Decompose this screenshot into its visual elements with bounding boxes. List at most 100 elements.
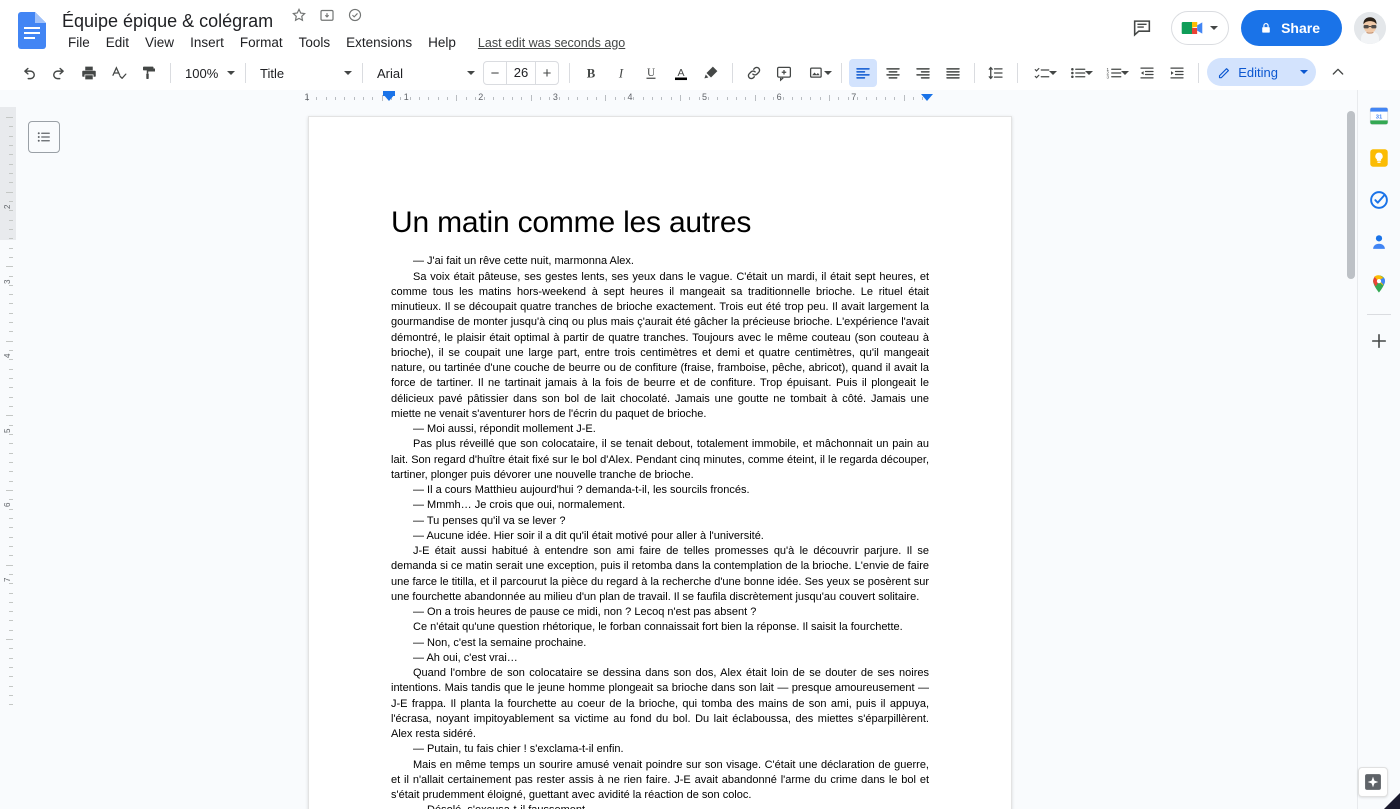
document-paragraph[interactable]: — Moi aussi, répondit mollement J-E. [391, 422, 929, 437]
checklist-icon[interactable] [1025, 59, 1059, 87]
print-icon[interactable] [75, 59, 103, 87]
vertical-ruler-tick [9, 657, 13, 659]
chevron-down-icon[interactable] [824, 71, 832, 75]
menu-item-extensions[interactable]: Extensions [338, 32, 420, 54]
move-to-folder-icon[interactable] [318, 6, 338, 26]
bulleted-list-icon[interactable] [1061, 59, 1095, 87]
chevron-up-icon[interactable] [1324, 58, 1352, 86]
google-calendar-icon[interactable]: 31 [1363, 100, 1395, 132]
insert-image-icon[interactable] [800, 59, 834, 87]
align-justify-icon[interactable] [939, 59, 967, 87]
account-avatar[interactable] [1354, 12, 1386, 44]
menu-item-view[interactable]: View [137, 32, 182, 54]
document-paragraph[interactable]: Pas plus réveillé que son colocataire, i… [391, 437, 929, 483]
bold-button[interactable]: B [577, 59, 605, 87]
vertical-ruler-tick [9, 322, 13, 324]
increase-indent-icon[interactable] [1163, 59, 1191, 87]
menu-item-file[interactable]: File [60, 32, 98, 54]
google-meet-button[interactable] [1171, 11, 1230, 45]
vertical-ruler-tick [9, 443, 13, 445]
google-maps-icon[interactable] [1363, 268, 1395, 300]
document-paragraph[interactable]: — Mmmh… Je crois que oui, normalement. [391, 498, 929, 513]
google-keep-icon[interactable] [1363, 142, 1395, 174]
left-indent-marker[interactable] [383, 94, 395, 101]
menu-item-tools[interactable]: Tools [291, 32, 339, 54]
google-tasks-icon[interactable] [1363, 184, 1395, 216]
document-paragraph[interactable]: — Il a cours Matthieu aujourd'hui ? dema… [391, 483, 929, 498]
italic-button[interactable]: I [607, 59, 635, 87]
align-left-icon[interactable] [849, 59, 877, 87]
zoom-selector[interactable]: 100% [177, 60, 239, 86]
star-icon[interactable] [290, 6, 310, 26]
document-paragraph[interactable]: — Désolé, s'excusa-t-il faussement. [391, 803, 929, 809]
vertical-ruler[interactable]: 2 3 4 5 6 7 [0, 107, 16, 809]
add-plus-icon[interactable] [1363, 325, 1395, 357]
document-heading[interactable]: Un matin comme les autres [391, 205, 929, 240]
document-paragraph[interactable]: Ce n'était qu'une question rhétorique, l… [391, 620, 929, 635]
font-size-decrease-button[interactable]: − [484, 62, 506, 84]
paint-format-icon[interactable] [135, 59, 163, 87]
document-paragraph[interactable]: Sa voix était pâteuse, ses gestes lents,… [391, 270, 929, 423]
chevron-down-icon[interactable] [1121, 71, 1129, 75]
undo-icon[interactable] [15, 59, 43, 87]
decrease-indent-icon[interactable] [1133, 59, 1161, 87]
document-paragraph[interactable]: Quand l'ombre de son colocataire se dess… [391, 666, 929, 742]
cloud-saved-icon[interactable] [346, 6, 366, 26]
vertical-ruler-tick [9, 471, 13, 473]
comment-history-icon[interactable] [1125, 11, 1159, 45]
numbered-list-icon[interactable]: 123 [1097, 59, 1131, 87]
document-paragraph[interactable]: — J'ai fait un rêve cette nuit, marmonna… [391, 254, 929, 269]
document-page[interactable]: Un matin comme les autres — J'ai fait un… [308, 116, 1012, 809]
right-indent-marker[interactable] [921, 94, 933, 101]
vertical-ruler-tick [9, 247, 13, 249]
last-edit-status[interactable]: Last edit was seconds ago [474, 34, 629, 52]
document-title[interactable]: Équipe épique & colégram [58, 8, 277, 34]
highlight-color-icon[interactable] [697, 59, 725, 87]
vertical-ruler-number: 5 [3, 428, 12, 433]
menu-item-help[interactable]: Help [420, 32, 464, 54]
chevron-down-icon[interactable] [1049, 71, 1057, 75]
add-comment-icon[interactable] [770, 59, 798, 87]
zoom-value: 100% [185, 65, 219, 81]
font-size-increase-button[interactable]: + [536, 62, 558, 84]
google-contacts-icon[interactable] [1363, 226, 1395, 258]
menu-item-format[interactable]: Format [232, 32, 291, 54]
document-paragraph[interactable]: — Non, c'est la semaine prochaine. [391, 636, 929, 651]
vertical-scrollbar[interactable] [1345, 107, 1357, 809]
document-paragraph[interactable]: J-E était aussi habitué à entendre son a… [391, 544, 929, 605]
line-spacing-icon[interactable] [982, 59, 1010, 87]
paragraph-style-selector[interactable]: Title [252, 60, 356, 86]
menu-item-edit[interactable]: Edit [98, 32, 137, 54]
text-color-icon[interactable]: A [667, 59, 695, 87]
editing-mode-button[interactable]: Editing [1207, 58, 1316, 86]
document-paragraph[interactable]: — Ah oui, c'est vrai… [391, 651, 929, 666]
font-family-selector[interactable]: Arial [369, 60, 479, 86]
page-content[interactable]: Un matin comme les autres — J'ai fait un… [309, 117, 1011, 809]
menu-item-insert[interactable]: Insert [182, 32, 232, 54]
document-paragraph[interactable]: — On a trois heures de pause ce midi, no… [391, 605, 929, 620]
spelling-check-icon[interactable] [105, 59, 133, 87]
document-paragraph[interactable]: Mais en même temps un sourire amusé vena… [391, 758, 929, 804]
scrollbar-thumb[interactable] [1347, 111, 1355, 279]
docs-logo-icon[interactable] [18, 12, 46, 49]
chevron-down-icon[interactable] [1210, 26, 1219, 30]
vertical-ruler-tick [9, 629, 13, 631]
document-outline-icon[interactable] [28, 121, 60, 153]
insert-link-icon[interactable] [740, 59, 768, 87]
editing-mode-label: Editing [1238, 64, 1278, 80]
font-size-input[interactable]: 26 [506, 62, 536, 84]
chevron-down-icon[interactable] [1300, 70, 1308, 74]
redo-icon[interactable] [45, 59, 73, 87]
paragraph-style-value: Title [260, 65, 285, 81]
chevron-down-icon[interactable] [1085, 71, 1093, 75]
share-button[interactable]: Share [1241, 10, 1342, 46]
underline-button[interactable]: U [637, 59, 665, 87]
align-right-icon[interactable] [909, 59, 937, 87]
vertical-ruler-tick [9, 592, 13, 594]
align-center-icon[interactable] [879, 59, 907, 87]
document-paragraph[interactable]: — Putain, tu fais chier ! s'exclama-t-il… [391, 742, 929, 757]
document-paragraph[interactable]: — Aucune idée. Hier soir il a dit qu'il … [391, 529, 929, 544]
document-paragraph[interactable]: — Tu penses qu'il va se lever ? [391, 514, 929, 529]
horizontal-ruler[interactable]: 11234567 [0, 90, 1357, 107]
vertical-ruler-tick [9, 583, 13, 585]
